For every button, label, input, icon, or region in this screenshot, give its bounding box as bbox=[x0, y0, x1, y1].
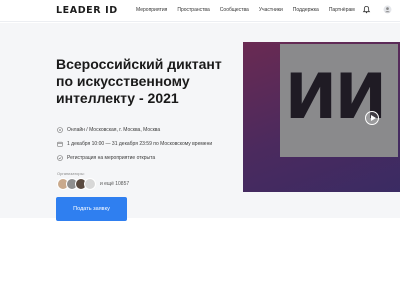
more-organizers-count[interactable]: и ещё 10857 bbox=[100, 181, 129, 187]
play-icon[interactable] bbox=[365, 111, 379, 125]
event-title: Всероссийский диктант по искусственному … bbox=[56, 56, 222, 106]
register-button[interactable]: Подать заявку bbox=[56, 197, 127, 221]
main-navigation: Мероприятия Пространства Сообщества Учас… bbox=[136, 7, 355, 13]
header-actions bbox=[362, 5, 392, 14]
nav-support[interactable]: Поддержка bbox=[293, 7, 319, 13]
promo-image: ИИ bbox=[280, 44, 398, 157]
organizer-avatars[interactable]: и ещё 10857 bbox=[57, 178, 129, 190]
ticket-icon bbox=[57, 154, 63, 161]
event-info-list: Онлайн / Московская, г. Москва, Москва 1… bbox=[57, 124, 212, 166]
calendar-icon bbox=[57, 141, 63, 147]
nav-events[interactable]: Мероприятия bbox=[136, 7, 167, 13]
nav-partners[interactable]: Партнёрам bbox=[329, 7, 355, 13]
event-date-text: 1 декабря 10:00 — 31 декабря 23:59 по Мо… bbox=[67, 140, 213, 147]
event-location-text: Онлайн / Московская, г. Москва, Москва bbox=[67, 126, 161, 133]
nav-participants[interactable]: Участники bbox=[259, 7, 283, 13]
bell-icon[interactable] bbox=[362, 5, 371, 14]
event-registration-text: Регистрация на мероприятие открыта bbox=[67, 154, 156, 161]
user-avatar-icon[interactable] bbox=[383, 5, 392, 14]
top-navigation-bar: LEADER ID Мероприятия Пространства Сообщ… bbox=[0, 0, 400, 22]
event-registration-status: Регистрация на мероприятие открыта bbox=[57, 152, 212, 163]
organizers-label: Организаторы: bbox=[57, 171, 85, 176]
location-pin-icon bbox=[57, 126, 63, 133]
event-location: Онлайн / Московская, г. Москва, Москва bbox=[57, 124, 212, 135]
nav-communities[interactable]: Сообщества bbox=[220, 7, 249, 13]
leader-id-logo[interactable]: LEADER ID bbox=[56, 5, 118, 16]
event-date: 1 декабря 10:00 — 31 декабря 23:59 по Мо… bbox=[57, 138, 212, 149]
nav-spaces[interactable]: Пространства bbox=[177, 7, 209, 13]
avatar[interactable] bbox=[84, 178, 96, 190]
event-promo-video[interactable]: ИИ bbox=[243, 42, 400, 192]
